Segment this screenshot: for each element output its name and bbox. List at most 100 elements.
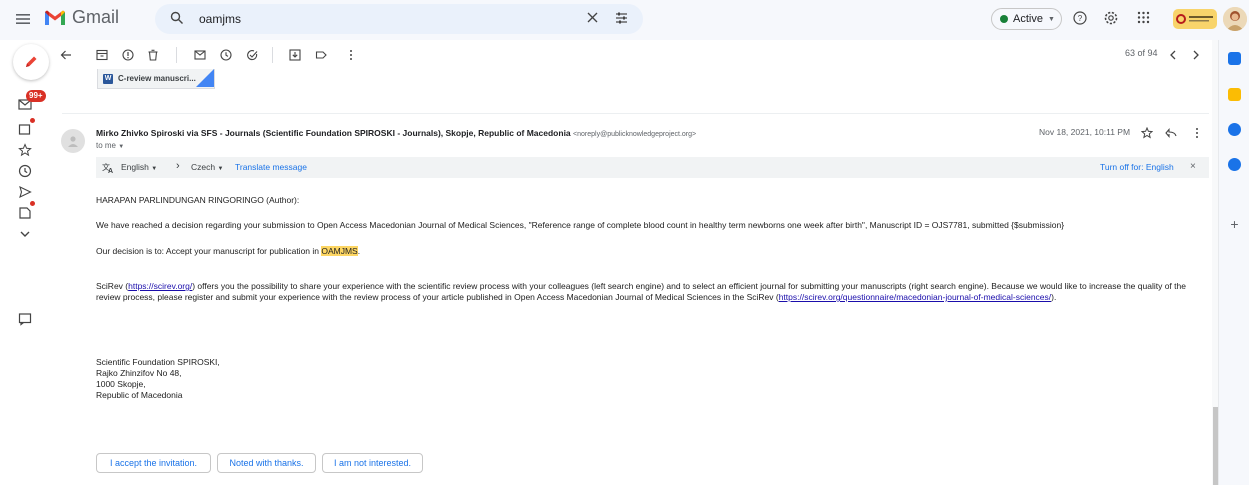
reply-icon[interactable] bbox=[1165, 127, 1177, 139]
person-icon bbox=[68, 136, 78, 147]
target-language-dropdown[interactable]: Czech ▼ bbox=[191, 162, 223, 172]
apps-grid-icon[interactable] bbox=[1137, 11, 1150, 24]
smart-reply-decline-button[interactable]: I am not interested. bbox=[322, 453, 423, 473]
keep-icon[interactable] bbox=[1228, 88, 1241, 101]
report-spam-icon[interactable] bbox=[122, 49, 134, 61]
chevron-down-icon: ▼ bbox=[1047, 15, 1055, 23]
source-language-dropdown[interactable]: English ▼ bbox=[121, 162, 157, 172]
search-icon[interactable] bbox=[170, 11, 184, 25]
search-options-icon[interactable] bbox=[615, 12, 628, 24]
translate-icon: 文 A bbox=[102, 162, 113, 174]
attachment-chip[interactable]: W C-review manuscri... bbox=[97, 69, 215, 89]
svg-text:A: A bbox=[108, 168, 113, 174]
attachment-fold-corner bbox=[196, 69, 214, 87]
scirev-text-rest: ) offers you the possibility to share yo… bbox=[192, 281, 1186, 291]
move-to-icon[interactable] bbox=[289, 49, 301, 61]
main-menu-icon[interactable] bbox=[14, 10, 32, 28]
chevron-right-icon: › bbox=[176, 160, 180, 172]
settings-icon[interactable] bbox=[1104, 11, 1118, 25]
more-vert-icon[interactable] bbox=[345, 49, 357, 61]
archive-icon[interactable] bbox=[96, 49, 108, 61]
search-bar[interactable] bbox=[155, 4, 643, 34]
signature-line: Rajko Zhinzifov No 48, bbox=[96, 368, 182, 378]
status-label: Active bbox=[1013, 13, 1043, 25]
smart-reply-noted-button[interactable]: Noted with thanks. bbox=[217, 453, 316, 473]
sender-avatar bbox=[61, 129, 85, 153]
scirev-paragraph-line2: review process, please register and subm… bbox=[96, 292, 1056, 303]
pencil-icon bbox=[26, 56, 37, 67]
search-input[interactable] bbox=[199, 9, 579, 29]
scirev-paragraph-line1: SciRev (https://scirev.org/) offers you … bbox=[96, 281, 1186, 292]
source-language: English bbox=[121, 162, 149, 172]
attachment-name: C-review manuscri... bbox=[118, 74, 196, 83]
smart-reply-accept-button[interactable]: I accept the invitation. bbox=[96, 453, 211, 473]
back-arrow-icon[interactable] bbox=[60, 49, 72, 61]
notification-dot bbox=[30, 118, 35, 123]
message-divider bbox=[62, 113, 1209, 114]
contacts-icon[interactable] bbox=[1228, 158, 1241, 171]
signature-line: 1000 Skopje, bbox=[96, 379, 146, 389]
top-bar: Gmail Active ▼ ? bbox=[0, 0, 1249, 40]
scirev-line2-suffix: ). bbox=[1051, 292, 1057, 302]
caret-down-icon: ▼ bbox=[151, 166, 158, 172]
active-status-dot bbox=[1000, 15, 1008, 23]
scirev-questionnaire-link[interactable]: https://scirev.org/questionnaire/macedon… bbox=[779, 292, 1051, 302]
send-icon[interactable] bbox=[18, 185, 32, 199]
toolbar-divider bbox=[272, 47, 273, 63]
close-icon[interactable]: × bbox=[1190, 161, 1196, 172]
app-name: Gmail bbox=[72, 7, 120, 27]
account-avatar[interactable] bbox=[1223, 7, 1247, 31]
chevron-left-icon[interactable] bbox=[1167, 49, 1179, 61]
greeting: HARAPAN PARLINDUNGAN RINGORINGO (Author)… bbox=[96, 195, 300, 205]
compose-button[interactable] bbox=[13, 44, 49, 80]
star-icon[interactable] bbox=[1141, 127, 1153, 139]
signature-line: Republic of Macedonia bbox=[96, 390, 183, 400]
svg-text:?: ? bbox=[1078, 14, 1083, 23]
toolbar-divider bbox=[176, 47, 177, 63]
organization-logo[interactable] bbox=[1173, 9, 1217, 29]
notification-dot bbox=[30, 201, 35, 206]
help-icon[interactable]: ? bbox=[1073, 11, 1087, 25]
delete-icon[interactable] bbox=[147, 49, 159, 61]
unread-count-badge: 99+ bbox=[26, 90, 46, 102]
signature-line: Scientific Foundation SPIROSKI, bbox=[96, 357, 220, 367]
target-language: Czech bbox=[191, 162, 216, 172]
caret-down-icon: ▼ bbox=[217, 166, 224, 172]
sender-name[interactable]: Mirko Zhivko Spiroski via SFS - Journals… bbox=[96, 128, 571, 138]
clock-icon[interactable] bbox=[18, 164, 32, 178]
recipients-toggle[interactable]: to me ▼ bbox=[96, 141, 124, 150]
snooze-icon[interactable] bbox=[220, 49, 232, 61]
decision-suffix: . bbox=[357, 246, 361, 256]
chat-icon[interactable] bbox=[18, 123, 32, 137]
chat-bubble-icon[interactable] bbox=[18, 312, 32, 326]
translate-message-link[interactable]: Translate message bbox=[235, 162, 307, 172]
message-date: Nov 18, 2021, 10:11 PM bbox=[1039, 127, 1131, 137]
word-doc-icon: W bbox=[103, 73, 113, 84]
drafts-icon[interactable] bbox=[18, 206, 32, 220]
gmail-logo[interactable]: Gmail bbox=[44, 7, 119, 28]
search-highlight: OAMJMS bbox=[321, 246, 358, 256]
tasks-icon[interactable] bbox=[1228, 123, 1241, 136]
translate-bar: 文 A English ▼ › Czech ▼ Translate messag… bbox=[96, 157, 1209, 178]
recipients-label: to me bbox=[96, 141, 117, 150]
status-dropdown[interactable]: Active ▼ bbox=[991, 8, 1062, 30]
decision-prefix: Our decision is to: Accept your manuscri… bbox=[96, 246, 322, 256]
chevron-down-icon[interactable] bbox=[18, 227, 32, 241]
star-icon[interactable] bbox=[18, 143, 32, 157]
sender-email: <noreply@publicknowledgeproject.org> bbox=[573, 131, 697, 138]
scirev-line2-prefix: review process, please register and subm… bbox=[96, 292, 779, 302]
add-addon-icon[interactable]: + bbox=[1228, 217, 1241, 231]
label-icon[interactable] bbox=[315, 49, 327, 61]
turn-off-translate-link[interactable]: Turn off for: English bbox=[1100, 162, 1174, 172]
chevron-right-icon[interactable] bbox=[1190, 49, 1202, 61]
caret-down-icon: ▼ bbox=[118, 144, 125, 150]
decision-paragraph: We have reached a decision regarding you… bbox=[96, 220, 1065, 230]
gmail-m-icon bbox=[45, 10, 65, 25]
calendar-icon[interactable] bbox=[1228, 52, 1241, 65]
mark-unread-icon[interactable] bbox=[194, 49, 206, 61]
more-vert-icon[interactable] bbox=[1191, 127, 1203, 139]
add-task-icon[interactable] bbox=[246, 49, 258, 61]
side-panel: + bbox=[1218, 40, 1249, 485]
scirev-link[interactable]: https://scirev.org/ bbox=[128, 281, 192, 291]
close-icon[interactable] bbox=[587, 12, 598, 23]
